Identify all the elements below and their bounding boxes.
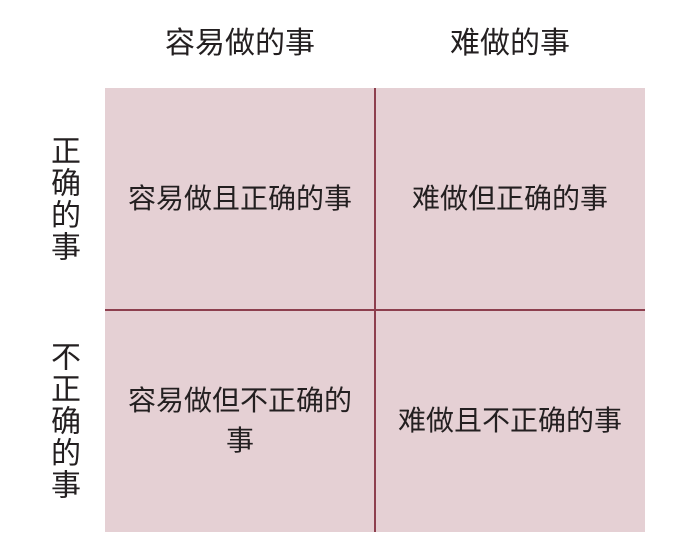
column-header-easy: 容易做的事 — [165, 26, 315, 61]
quadrant-hard-correct-label: 难做但正确的事 — [411, 182, 608, 215]
quadrant-easy-incorrect: 容易做但不正确的事 — [105, 310, 375, 532]
quadrant-hard-incorrect-label: 难做且不正确的事 — [397, 404, 622, 437]
column-header-hard: 难做的事 — [450, 26, 570, 61]
quadrant-easy-correct: 容易做且正确的事 — [105, 88, 375, 310]
quadrant-hard-incorrect: 难做且不正确的事 — [375, 310, 645, 532]
quadrant-hard-correct: 难做但正确的事 — [375, 88, 645, 310]
row-header-incorrect-label: 不正确的事 — [45, 341, 80, 501]
row-header-correct: 正确的事 — [40, 88, 84, 310]
horizontal-divider — [105, 309, 645, 311]
quadrant-easy-incorrect-label: 容易做但不正确的事 — [127, 384, 352, 457]
row-header-correct-label: 正确的事 — [45, 135, 80, 263]
row-header-incorrect: 不正确的事 — [40, 310, 84, 532]
quadrant-easy-correct-label: 容易做且正确的事 — [127, 182, 352, 215]
